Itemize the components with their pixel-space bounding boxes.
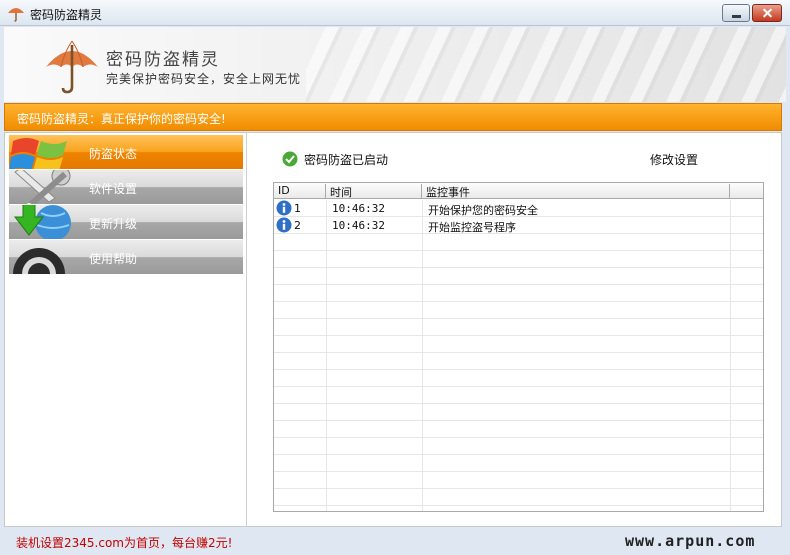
table-row[interactable]: 1 10:46:32 开始保护您的密码安全 <box>274 200 763 217</box>
window-titlebar: 密码防盗精灵 <box>0 0 790 26</box>
column-divider <box>326 200 327 511</box>
banner-title: 密码防盗精灵 <box>106 50 220 70</box>
footer-ad-link[interactable]: 装机设置2345.com为首页，每台赚2元! <box>16 534 232 551</box>
column-divider <box>422 200 423 511</box>
cell-event: 开始保护您的密码安全 <box>428 204 538 217</box>
watermark-text: www.arpun.com <box>625 532 756 550</box>
help-ring-icon <box>13 248 65 274</box>
close-button[interactable] <box>752 4 782 22</box>
globe-download-icon <box>13 205 71 239</box>
sidebar-item-label: 软件设置 <box>89 182 138 196</box>
cell-event: 开始监控盗号程序 <box>428 221 516 234</box>
banner-decoration <box>306 27 786 102</box>
table-body <box>274 200 763 511</box>
slogan-bar: 密码防盗精灵：真正保护你的密码安全! <box>4 103 782 131</box>
content-area: 密码防盗已启动 修改设置 ID 时间 监控事件 1 10:46:32 开始保护您… <box>248 133 781 526</box>
column-header-event[interactable]: 监控事件 <box>422 184 730 199</box>
monitor-event-table: ID 时间 监控事件 1 10:46:32 开始保护您的密码安全 2 10:46… <box>273 182 764 512</box>
table-header: ID 时间 监控事件 <box>274 183 763 199</box>
window-title: 密码防盗精灵 <box>30 8 103 22</box>
cell-id: 2 <box>294 219 301 232</box>
check-circle-icon <box>282 151 298 167</box>
main-panel: 防盗状态 软件设置 更新升级 使用帮助 密码防盗已启动 修改设置 ID 时间 监… <box>4 132 782 527</box>
table-row[interactable]: 2 10:46:32 开始监控盗号程序 <box>274 217 763 234</box>
column-header-time[interactable]: 时间 <box>326 184 422 199</box>
cell-time: 10:46:32 <box>332 219 385 232</box>
sidebar: 防盗状态 软件设置 更新升级 使用帮助 <box>5 133 247 526</box>
modify-settings-link[interactable]: 修改设置 <box>650 151 698 168</box>
sidebar-item-protection-status[interactable]: 防盗状态 <box>9 135 243 169</box>
umbrella-logo-icon <box>46 40 98 94</box>
sidebar-item-update[interactable]: 更新升级 <box>9 205 243 239</box>
banner-subtitle: 完美保护密码安全，安全上网无忧 <box>106 72 302 86</box>
cell-id: 1 <box>294 202 301 215</box>
column-divider <box>730 200 731 511</box>
sidebar-item-label: 防盗状态 <box>89 147 138 161</box>
sidebar-item-label: 使用帮助 <box>89 252 138 266</box>
wrench-icon <box>14 170 71 204</box>
windows-flag-icon <box>9 138 67 169</box>
minimize-button[interactable] <box>722 4 750 22</box>
header-banner: 密码防盗精灵 完美保护密码安全，安全上网无忧 <box>4 27 786 102</box>
info-icon <box>276 200 292 216</box>
protection-status-text: 密码防盗已启动 <box>304 153 389 167</box>
column-header-id[interactable]: ID <box>274 184 326 198</box>
info-icon <box>276 217 292 233</box>
sidebar-item-software-settings[interactable]: 软件设置 <box>9 170 243 204</box>
sidebar-item-help[interactable]: 使用帮助 <box>9 240 243 274</box>
slogan-text: 密码防盗精灵：真正保护你的密码安全! <box>17 112 226 126</box>
cell-time: 10:46:32 <box>332 202 385 215</box>
umbrella-icon <box>8 8 24 22</box>
sidebar-item-label: 更新升级 <box>89 217 138 231</box>
